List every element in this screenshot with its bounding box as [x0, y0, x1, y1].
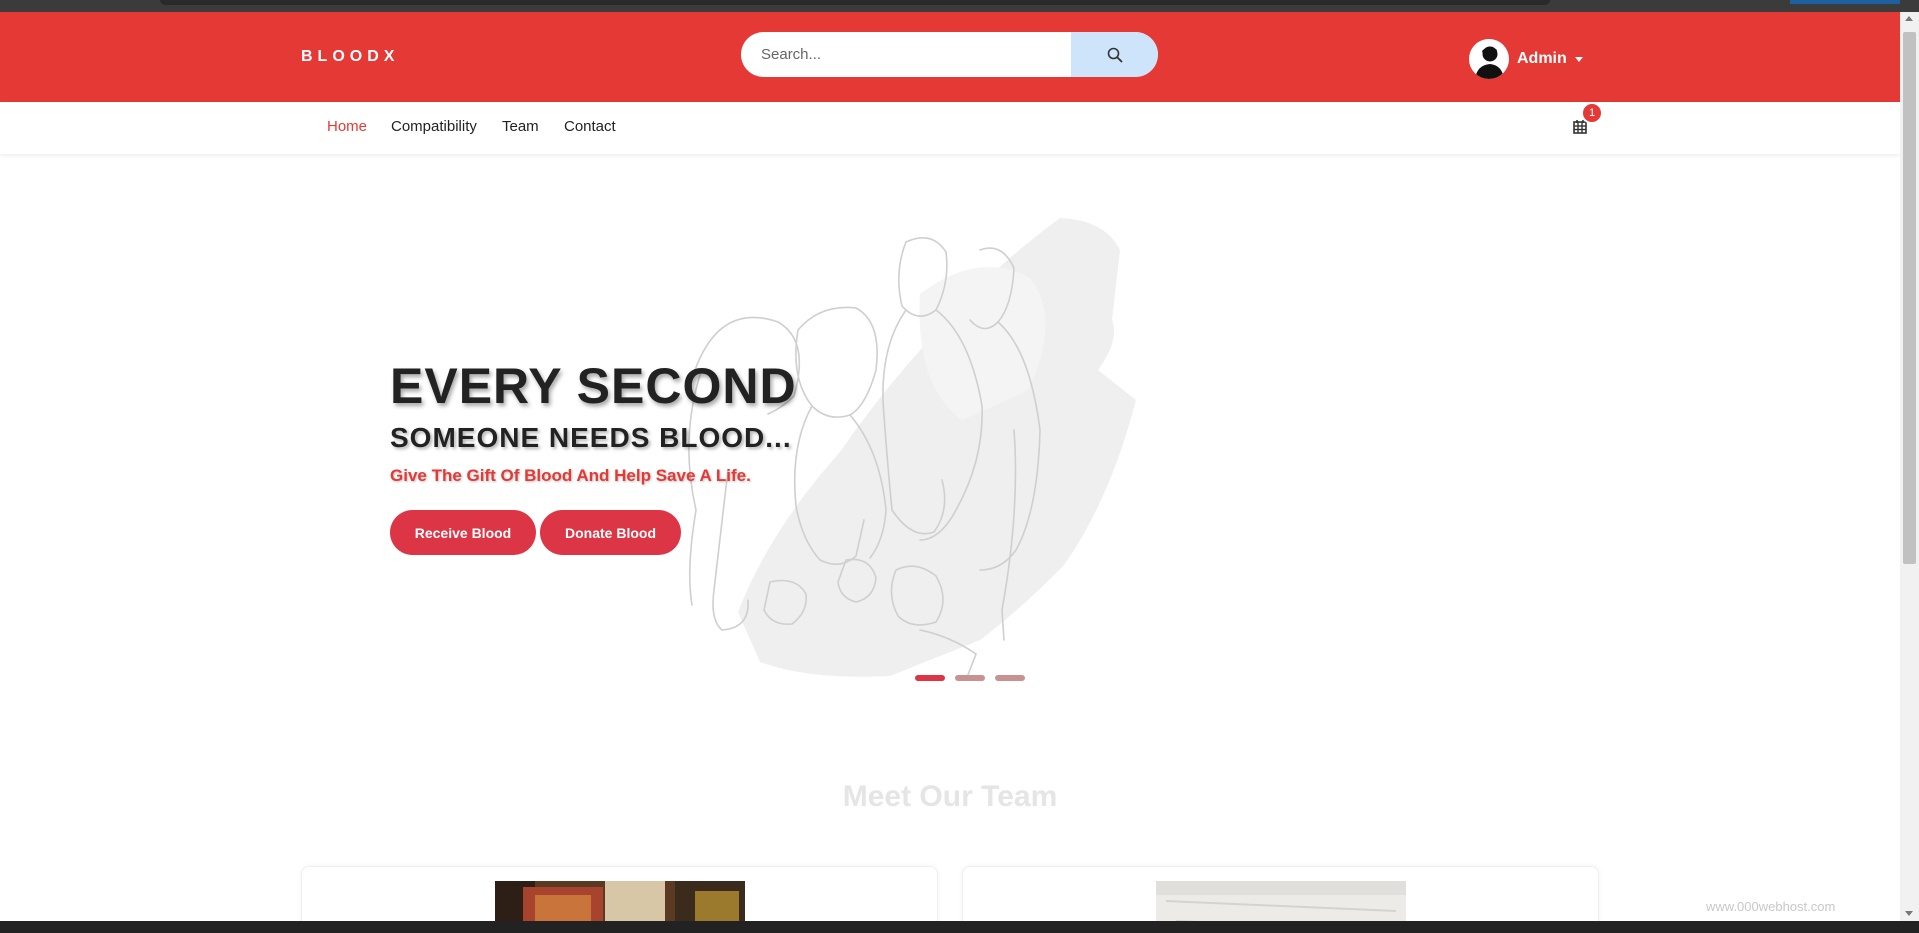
- browser-tab-strip: [160, 0, 1550, 5]
- browser-accent-bar: [1790, 0, 1900, 4]
- taskbar: [0, 921, 1919, 933]
- carousel-indicator-3[interactable]: [995, 675, 1025, 681]
- carousel-indicators: [915, 675, 1025, 681]
- receive-blood-button[interactable]: Receive Blood: [390, 510, 536, 555]
- hero-subtitle: SOMEONE NEEDS BLOOD...: [390, 422, 792, 453]
- avatar: [1469, 39, 1509, 79]
- search-icon: [1107, 47, 1122, 62]
- search-input[interactable]: [741, 32, 1071, 77]
- hero-tagline: Give The Gift Of Blood And Help Save A L…: [390, 466, 751, 485]
- scroll-up-arrow-icon[interactable]: [1905, 16, 1913, 21]
- chevron-down-icon: [1574, 56, 1583, 62]
- nav-item-team[interactable]: Team: [502, 118, 539, 135]
- donate-blood-button[interactable]: Donate Blood: [540, 510, 681, 555]
- browser-top-strip: [0, 0, 1919, 12]
- secondary-nav: Home Compatibility Team Contact 1: [0, 102, 1900, 154]
- nav-item-compatibility[interactable]: Compatibility: [391, 118, 477, 135]
- carousel-indicator-1[interactable]: [915, 675, 945, 681]
- user-menu[interactable]: Admin: [1469, 39, 1583, 79]
- search-button[interactable]: [1071, 32, 1158, 77]
- scrollbar-thumb[interactable]: [1903, 32, 1916, 564]
- nav-item-contact[interactable]: Contact: [564, 118, 616, 135]
- hero-title: EVERY SECOND: [390, 358, 797, 414]
- nav-item-home[interactable]: Home: [327, 118, 367, 135]
- hosting-watermark[interactable]: www.000webhost.com: [1706, 899, 1835, 914]
- brand-logo[interactable]: BLOODX: [301, 48, 399, 66]
- cart-count-badge: 1: [1581, 102, 1603, 124]
- team-section-title: Meet Our Team: [842, 780, 1058, 813]
- scroll-down-arrow-icon[interactable]: [1905, 911, 1913, 916]
- user-name: Admin: [1517, 50, 1567, 67]
- header-bar: BLOODX Admin: [0, 12, 1900, 102]
- carousel-indicator-2[interactable]: [955, 675, 985, 681]
- page-scrollbar[interactable]: [1900, 12, 1919, 921]
- search-bar: [741, 32, 1158, 77]
- user-silhouette-icon: [1469, 39, 1509, 79]
